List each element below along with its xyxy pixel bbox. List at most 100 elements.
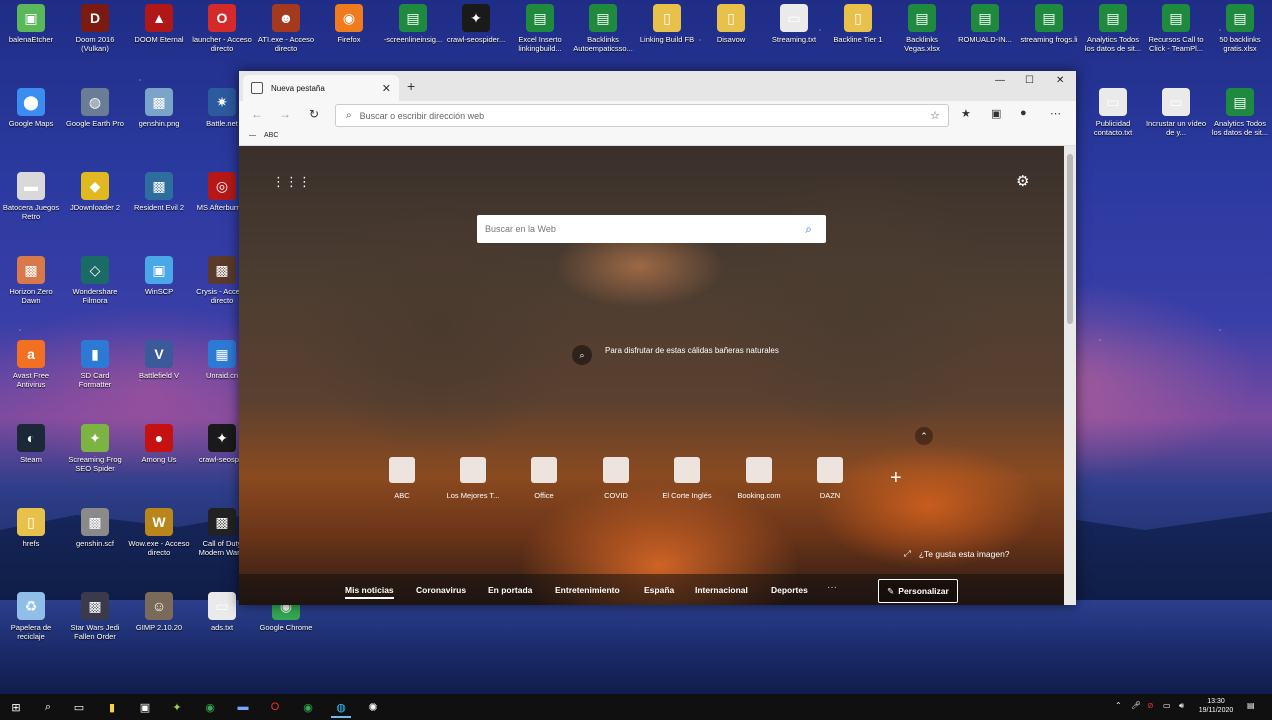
tray-chevron-icon[interactable]: ⌃ [1115, 701, 1122, 710]
minimize-button[interactable]: — [995, 75, 1005, 86]
search-icon[interactable]: ⌕ [38, 698, 58, 716]
desktop-icon[interactable]: ▤ Analytics Todos los datos de sit... [1209, 88, 1271, 137]
app-icon[interactable]: ✺ [363, 698, 383, 716]
web-search-input[interactable]: Buscar en la Web ⌕ [477, 215, 826, 243]
desktop-icon[interactable]: ▯ Disavow [700, 4, 762, 44]
desktop-icon[interactable]: V Battlefield V [128, 340, 190, 380]
desktop-icon[interactable]: ✦ Screaming Frog SEO Spider [64, 424, 126, 473]
network-icon[interactable]: ▭ [1163, 701, 1171, 710]
desktop-icon[interactable]: ▤ -screenlineinsig... [382, 4, 444, 44]
quick-link-tile[interactable]: ABC [367, 457, 437, 500]
news-tab[interactable]: España [644, 585, 674, 595]
forward-arrow-icon[interactable]: → [279, 107, 291, 121]
desktop-icon[interactable]: ▬ Batocera Juegos Retro [0, 172, 62, 221]
desktop-icon[interactable]: ▤ Backlinks Autoempaticsso... [572, 4, 634, 53]
file-explorer-icon[interactable]: ▮ [102, 698, 122, 716]
desktop-icon[interactable]: ▩ Resident Evil 2 [128, 172, 190, 212]
desktop-icon[interactable]: W Wow.exe - Acceso directo [128, 508, 190, 557]
desktop-icon[interactable]: ● Among Us [128, 424, 190, 464]
desktop-icon[interactable]: ☻ ATI.exe - Acceso directo [255, 4, 317, 53]
desktop-icon[interactable]: ◇ Wondershare Filmora [64, 256, 126, 305]
more-menu-icon[interactable]: ⋯ [1050, 107, 1061, 120]
security-icon[interactable]: ⊘ [1147, 701, 1154, 710]
favorite-star-icon[interactable]: ☆ [930, 109, 940, 122]
tab-new-tab[interactable]: Nueva pestaña ✕ [243, 75, 399, 101]
microphone-icon[interactable]: 🎤︎ [1131, 701, 1141, 710]
store-icon[interactable]: ▣ [135, 698, 155, 716]
desktop-icon[interactable]: ▮ SD Card Formatter [64, 340, 126, 389]
desktop-icon[interactable]: ◐ Steam [0, 424, 62, 464]
news-tab[interactable]: Internacional [695, 585, 748, 595]
desktop-icon[interactable]: ▭ Incrustar un vídeo de y... [1145, 88, 1207, 137]
desktop-icon[interactable]: ▯ Linking Build FB [636, 4, 698, 44]
desktop-icon[interactable]: ◆ JDownloader 2 [64, 172, 126, 212]
news-tab[interactable]: Deportes [771, 585, 808, 595]
news-tab[interactable]: Mis noticias [345, 585, 394, 599]
desktop-icon[interactable]: ▯ Backline Tier 1 [827, 4, 889, 44]
edge-icon[interactable]: ◍ [331, 698, 351, 718]
collapse-chevron-icon[interactable]: ⌃ [915, 427, 933, 445]
maximize-button[interactable]: ☐ [1025, 75, 1034, 86]
desktop-icon[interactable]: ▩ Horizon Zero Dawn [0, 256, 62, 305]
chrome-icon[interactable]: ◉ [200, 698, 220, 716]
profile-avatar-icon[interactable]: ● [1020, 107, 1027, 119]
volume-icon[interactable]: 🔊︎ [1179, 701, 1184, 711]
desktop-icon[interactable]: ▯ hrefs [0, 508, 62, 548]
like-image-link[interactable]: ⤢ ¿Te gusta esta imagen? [904, 548, 1010, 559]
desktop-icon[interactable]: ♻ Papelera de reciclaje [0, 592, 62, 641]
collections-icon[interactable]: ▣ [991, 107, 1001, 120]
desktop-icon[interactable]: ✦ crawl-seospider... [445, 4, 507, 44]
desktop-icon[interactable]: ▲ DOOM Eternal [128, 4, 190, 44]
opera-icon[interactable]: O [265, 698, 285, 716]
back-arrow-icon[interactable]: ← [251, 107, 263, 121]
desktop-icon[interactable]: ▣ WinSCP [128, 256, 190, 296]
desktop-icon[interactable]: ▭ Publicidad contacto.txt [1082, 88, 1144, 137]
notifications-icon[interactable]: ▤ [1247, 701, 1255, 710]
desktop-icon[interactable]: Olauncher - Acceso directo [191, 4, 253, 53]
quick-link-tile[interactable]: COVID [581, 457, 651, 500]
chrome-profile-icon[interactable]: ◉ [298, 698, 318, 716]
gear-icon[interactable]: ⚙ [1016, 172, 1029, 190]
desktop-icon[interactable]: ▩ genshin.scf [64, 508, 126, 548]
image-caption[interactable]: ⌕ Para disfrutar de estas cálidas bañera… [572, 345, 780, 365]
desktop-icon[interactable]: ▩ genshin.png [128, 88, 190, 128]
add-quick-link-icon[interactable]: + [890, 467, 902, 490]
news-tab[interactable]: Coronavirus [416, 585, 466, 595]
more-news-button[interactable]: ··· [827, 582, 837, 593]
task-view-icon[interactable]: ▭ [69, 698, 89, 716]
close-tab-icon[interactable]: ✕ [382, 82, 391, 95]
screaming-frog-icon[interactable]: ✦ [167, 698, 187, 716]
news-tab[interactable]: En portada [488, 585, 532, 595]
favorite-abc[interactable]: ABC [264, 132, 278, 139]
desktop-icon[interactable]: ▭ Streaming.txt [763, 4, 825, 44]
vertical-scrollbar[interactable] [1064, 146, 1076, 605]
desktop-icon[interactable]: D Doom 2016 (Vulkan) [64, 4, 126, 53]
desktop-icon[interactable]: ▤ Recursos Call to Click - TeamPl... [1145, 4, 1207, 53]
refresh-icon[interactable]: ↻ [309, 107, 319, 121]
new-tab-button[interactable]: + [407, 78, 415, 94]
apps-grid-icon[interactable]: ⋮⋮⋮ [272, 174, 311, 190]
search-icon[interactable]: ⌕ [805, 222, 812, 237]
quick-link-tile[interactable]: Los Mejores T... [438, 457, 508, 500]
desktop-icon[interactable]: ▤ streaming frogs.li [1018, 4, 1080, 44]
desktop-icon[interactable]: ▣ balenaEtcher [0, 4, 62, 44]
quick-link-tile[interactable]: Office [509, 457, 579, 500]
address-bar[interactable]: ⌕ Buscar o escribir dirección web ☆ [335, 104, 949, 127]
desktop-icon[interactable]: ⬤ Google Maps [0, 88, 62, 128]
desktop-icon[interactable]: ◍ Google Earth Pro [64, 88, 126, 128]
start-windows-icon[interactable]: ⊞ [6, 698, 26, 716]
desktop-icon[interactable]: ▤ Excel Inserto linkingbuild... [509, 4, 571, 53]
close-window-button[interactable]: ✕ [1056, 75, 1064, 86]
desktop-icon[interactable]: ◉ Firefox [318, 4, 380, 44]
desktop-icon[interactable]: ▤ Analytics Todos los datos de sit... [1082, 4, 1144, 53]
desktop-icon[interactable]: ▤ Backlinks Vegas.xlsx [891, 4, 953, 53]
desktop-icon[interactable]: ▤ ROMUALD-IN... [954, 4, 1016, 44]
news-tab[interactable]: Entretenimiento [555, 585, 620, 595]
quick-link-tile[interactable]: DAZN [795, 457, 865, 500]
desktop-icon[interactable]: ▩ Star Wars Jedi Fallen Order [64, 592, 126, 641]
image-search-icon[interactable]: ⌕ [572, 345, 592, 365]
monitor-icon[interactable]: ▬ [233, 698, 253, 716]
scrollbar-thumb[interactable] [1067, 154, 1073, 324]
personalize-button[interactable]: ✎ Personalizar [878, 579, 958, 603]
quick-link-tile[interactable]: Booking.com [724, 457, 794, 500]
